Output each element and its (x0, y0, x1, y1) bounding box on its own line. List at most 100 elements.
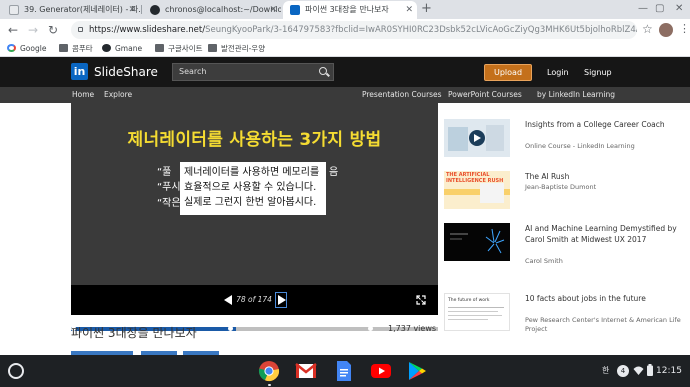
nav-presentation-courses[interactable]: Presentation Courses (362, 89, 442, 101)
fullscreen-icon[interactable] (416, 295, 426, 305)
tab-terminal[interactable]: chronos@localhost:~/Downlo... ✕ (143, 1, 281, 19)
sub-navigation: Home Explore Presentation Courses PowerP… (0, 87, 690, 103)
lock-icon (78, 27, 83, 32)
tab-label: 파이썬 3대장을 만나보자 (305, 5, 389, 14)
related-item[interactable]: Insights from a College Career Coach Onl… (444, 119, 684, 171)
related-thumbnail: The future of work (444, 293, 510, 331)
page-counter: 78 of 174 (236, 295, 272, 304)
bookmark-label: 발전관리-우양 (221, 44, 266, 53)
subtitle-overlay: 제너레이터를 사용하면 메모리를 효율적으로 사용할 수 있습니다. 실제로 그… (180, 162, 326, 215)
tab-slideshare[interactable]: 파이썬 3대장을 만나보자 ✕ (283, 1, 417, 19)
tab-label: 39. Generator(제네레이터) - 파... (24, 5, 140, 14)
chrome-icon[interactable] (258, 360, 280, 382)
gmail-icon[interactable] (295, 360, 317, 382)
bookmark-label: Gmane (115, 44, 143, 53)
nav-powerpoint-courses[interactable]: PowerPoint Courses (448, 89, 522, 101)
os-shelf: 한 4 12:15 (0, 355, 690, 387)
overlay-line: 실제로 그런지 한번 알아봅시다. (184, 197, 317, 208)
url-host: https://www.slideshare.net/ (89, 25, 206, 35)
site-logo[interactable]: SlideShare (94, 64, 158, 80)
bookmark-folder-power[interactable]: 발전관리-우양 (208, 43, 265, 55)
progress-marker (368, 326, 373, 331)
slide-bullet-trailing: 음 (329, 167, 339, 178)
reload-icon[interactable]: ↻ (48, 22, 58, 38)
tab-strip: 39. Generator(제네레이터) - 파... ✕ chronos@lo… (0, 0, 690, 19)
close-tab-icon[interactable]: ✕ (269, 1, 277, 19)
bookmark-star-icon[interactable]: ☆ (642, 22, 653, 36)
related-subtitle: Pew Research Center's Internet & America… (525, 316, 681, 333)
bookmark-folder-google-sites[interactable]: 구글사이트 (155, 43, 203, 55)
search-placeholder: Search (179, 67, 207, 76)
nav-linkedin-learning[interactable]: by LinkedIn Learning (537, 89, 615, 101)
notification-badge[interactable]: 4 (617, 365, 629, 377)
url-path: SeungKyooPark/3-164797583?fbclid=IwAR0SY… (205, 25, 637, 35)
next-slide-button[interactable] (275, 292, 287, 308)
overlay-line: 제너레이터를 사용하면 메모리를 (184, 167, 320, 178)
neural-graphic-icon (450, 228, 505, 254)
ime-indicator[interactable]: 한 (602, 364, 609, 378)
page-content: in SlideShare Search Upload Login Signup… (0, 57, 690, 355)
slideshare-header: in SlideShare Search Upload Login Signup (0, 57, 690, 87)
related-item[interactable]: THE ARTIFICIAL INTELLIGENCE RUSH The AI … (444, 171, 684, 223)
slide-bullet: “풀 (157, 167, 172, 178)
notification-count: 4 (620, 367, 626, 375)
slide-bullet: “푸시 (157, 182, 181, 193)
linkedin-logo-icon[interactable]: in (71, 63, 88, 80)
search-input[interactable]: Search (172, 63, 334, 81)
search-icon[interactable] (319, 67, 327, 75)
battery-icon[interactable] (647, 364, 653, 376)
related-thumbnail (444, 223, 510, 261)
running-indicator (268, 384, 271, 386)
youtube-icon[interactable] (370, 360, 392, 382)
bookmark-gmane[interactable]: Gmane (102, 43, 142, 55)
minimize-icon[interactable]: — (638, 3, 648, 14)
thumbnail-line (448, 319, 488, 320)
thumbnail-line (448, 311, 498, 312)
folder-icon (59, 44, 68, 52)
launcher-icon[interactable] (8, 363, 24, 379)
folder-icon (208, 44, 217, 52)
profile-avatar[interactable] (659, 23, 673, 37)
close-tab-icon[interactable]: ✕ (405, 1, 413, 19)
forward-arrow-icon[interactable]: → (28, 22, 38, 38)
maximize-icon[interactable]: ▢ (655, 3, 664, 14)
clock[interactable]: 12:15 (656, 364, 682, 378)
github-icon (150, 5, 160, 15)
play-store-icon[interactable] (406, 360, 428, 382)
nav-home[interactable]: Home (72, 89, 94, 101)
menu-kebab-icon[interactable]: ⋮ (679, 22, 690, 35)
slide-title: 제너레이터를 사용하는 3가지 방법 (127, 130, 382, 150)
bookmark-folder-computer[interactable]: 콤푸타 (59, 43, 93, 55)
github-icon (102, 44, 111, 52)
video-play-icon (448, 125, 504, 151)
docs-icon[interactable] (333, 360, 355, 382)
wifi-icon[interactable] (633, 365, 644, 376)
view-count: 1,737 views (388, 324, 437, 333)
linkedin-icon (290, 5, 300, 15)
tab-generator[interactable]: 39. Generator(제네레이터) - 파... ✕ (2, 1, 140, 19)
slide-player[interactable]: 제너레이터를 사용하는 3가지 방법 “풀 “푸시 “작은 음 제너레이터를 사… (71, 103, 438, 331)
bookmark-label: 구글사이트 (168, 44, 203, 53)
related-item[interactable]: AI and Machine Learning Demystified by C… (444, 223, 684, 275)
next-slide-icon (278, 295, 286, 305)
close-tab-icon[interactable]: ✕ (128, 1, 136, 19)
deck-title: 파이썬 3대장을 만나보자 (71, 326, 197, 340)
tab-label: chronos@localhost:~/Downlo... (165, 5, 281, 14)
bookmarks-bar: Google 콤푸타 Gmane 구글사이트 발전관리-우양 (0, 41, 690, 57)
folder-icon (155, 44, 164, 52)
upload-button[interactable]: Upload (484, 64, 532, 81)
signup-link[interactable]: Signup (584, 67, 612, 79)
new-tab-button[interactable]: + (421, 1, 432, 17)
related-title: Insights from a College Career Coach (525, 120, 665, 129)
address-bar[interactable]: https://www.slideshare.net/SeungKyooPark… (71, 21, 637, 39)
bookmark-label: 콤푸타 (72, 44, 93, 53)
login-link[interactable]: Login (547, 67, 569, 79)
back-arrow-icon[interactable]: ← (8, 22, 18, 38)
related-item[interactable]: The future of work 10 facts about jobs i… (444, 293, 684, 345)
nav-explore[interactable]: Explore (104, 89, 132, 101)
bookmark-google[interactable]: Google (7, 43, 46, 55)
related-title: The AI Rush (525, 172, 570, 181)
close-window-icon[interactable]: ✕ (675, 3, 683, 14)
document-icon (9, 5, 19, 15)
player-controls: 78 of 174 (71, 285, 438, 315)
